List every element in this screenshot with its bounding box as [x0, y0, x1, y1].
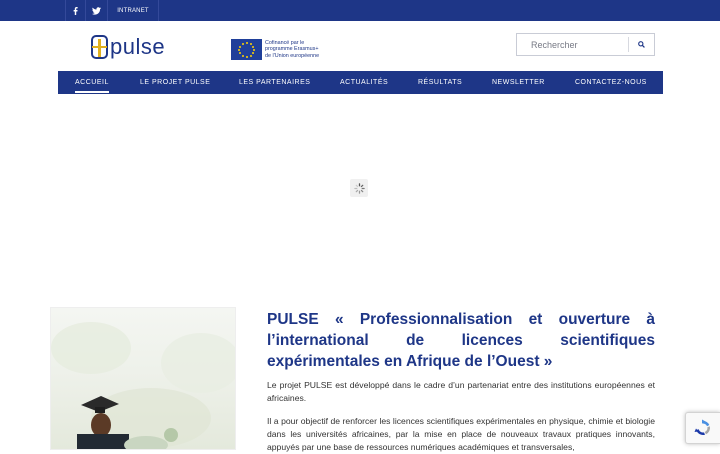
intranet-link[interactable]: INTRANET [107, 0, 159, 21]
recaptcha-badge[interactable] [685, 412, 720, 444]
eu-flag-icon [231, 39, 262, 60]
search-box [516, 33, 655, 56]
twitter-icon [92, 6, 101, 15]
loading-spinner-icon [350, 179, 368, 197]
eu-cofunding-text: Cofinancé par le programme Erasmus+ de l… [265, 39, 320, 59]
top-bar: INTRANET [0, 0, 720, 21]
facebook-icon [73, 6, 78, 15]
nav-item-resultats[interactable]: RÉSULTATS [418, 71, 462, 94]
nav-item-accueil[interactable]: ACCUEIL [75, 71, 109, 94]
facebook-link[interactable] [65, 0, 85, 21]
logo-text: pulse [110, 34, 166, 59]
recaptcha-icon [694, 419, 711, 435]
nav-item-actualites[interactable]: ACTUALITÉS [340, 71, 388, 94]
nav-item-projet-pulse[interactable]: LE PROJET PULSE [140, 71, 210, 94]
nav-item-partenaires[interactable]: LES PARTENAIRES [239, 71, 310, 94]
logo-mark [91, 35, 108, 59]
twitter-link[interactable] [85, 0, 107, 21]
eu-cofunding-badge: Cofinancé par le programme Erasmus+ de l… [231, 39, 319, 60]
nav-item-newsletter[interactable]: NEWSLETTER [492, 71, 545, 94]
objective-paragraph: Il a pour objectif de renforcer les lice… [267, 416, 655, 452]
site-logo[interactable]: pulse [91, 33, 165, 61]
page-heading: PULSE « Professionnalisation et ouvertur… [267, 311, 655, 370]
intro-paragraph: Le projet PULSE est développé dans le ca… [267, 380, 655, 403]
search-input[interactable] [517, 34, 629, 55]
nav-item-contact[interactable]: CONTACTEZ-NOUS [575, 71, 647, 94]
main-navigation: ACCUEIL LE PROJET PULSE LES PARTENAIRES … [58, 71, 663, 94]
graduate-photo [50, 307, 236, 450]
search-icon [638, 41, 645, 48]
search-button[interactable] [628, 37, 654, 52]
